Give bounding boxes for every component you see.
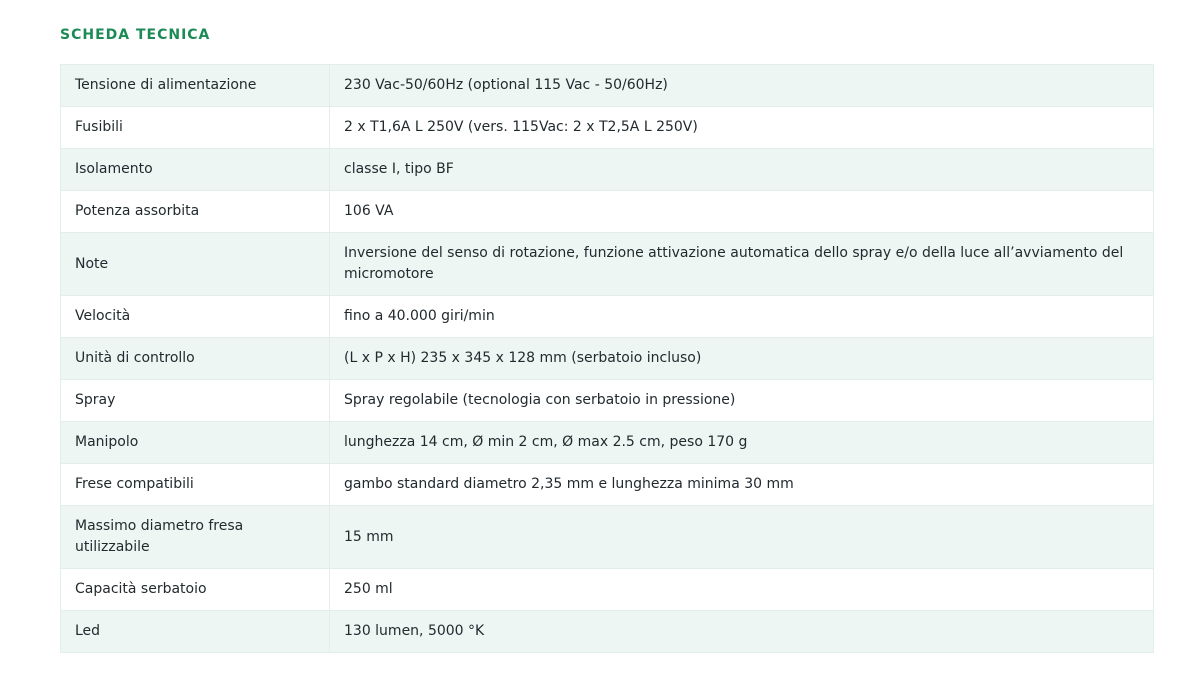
spec-row-fusibili: Fusibili 2 x T1,6A L 250V (vers. 115Vac:… bbox=[60, 106, 1154, 149]
spec-row-frese: Frese compatibili gambo standard diametr… bbox=[60, 463, 1154, 506]
spec-value: 250 ml bbox=[329, 568, 1154, 611]
spec-label: Led bbox=[60, 610, 330, 653]
spec-label: Frese compatibili bbox=[60, 463, 330, 506]
spec-row-isolamento: Isolamento classe I, tipo BF bbox=[60, 148, 1154, 191]
spec-label: Potenza assorbita bbox=[60, 190, 330, 233]
spec-label: Tensione di alimentazione bbox=[60, 64, 330, 107]
spec-value: 106 VA bbox=[329, 190, 1154, 233]
spec-value: 230 Vac-50/60Hz (optional 115 Vac - 50/6… bbox=[329, 64, 1154, 107]
spec-value: classe I, tipo BF bbox=[329, 148, 1154, 191]
spec-label: Capacità serbatoio bbox=[60, 568, 330, 611]
spec-value: gambo standard diametro 2,35 mm e lunghe… bbox=[329, 463, 1154, 506]
spec-value: lunghezza 14 cm, Ø min 2 cm, Ø max 2.5 c… bbox=[329, 421, 1154, 464]
section-title: SCHEDA TECNICA bbox=[60, 27, 211, 43]
spec-row-led: Led 130 lumen, 5000 °K bbox=[60, 610, 1154, 653]
spec-value: 15 mm bbox=[329, 505, 1154, 569]
spec-label: Manipolo bbox=[60, 421, 330, 464]
spec-row-manipolo: Manipolo lunghezza 14 cm, Ø min 2 cm, Ø … bbox=[60, 421, 1154, 464]
spec-row-note: Note Inversione del senso di rotazione, … bbox=[60, 232, 1154, 296]
spec-value: (L x P x H) 235 x 345 x 128 mm (serbatoi… bbox=[329, 337, 1154, 380]
spec-label: Unità di controllo bbox=[60, 337, 330, 380]
spec-value: 2 x T1,6A L 250V (vers. 115Vac: 2 x T2,5… bbox=[329, 106, 1154, 149]
spec-label: Fusibili bbox=[60, 106, 330, 149]
spec-label: Velocità bbox=[60, 295, 330, 338]
spec-value: Spray regolabile (tecnologia con serbato… bbox=[329, 379, 1154, 422]
spec-value: 130 lumen, 5000 °K bbox=[329, 610, 1154, 653]
spec-row-serbatoio: Capacità serbatoio 250 ml bbox=[60, 568, 1154, 611]
spec-value: fino a 40.000 giri/min bbox=[329, 295, 1154, 338]
spec-label: Isolamento bbox=[60, 148, 330, 191]
spec-row-unita-controllo: Unità di controllo (L x P x H) 235 x 345… bbox=[60, 337, 1154, 380]
spec-row-diametro-fresa: Massimo diametro fresa utilizzabile 15 m… bbox=[60, 505, 1154, 569]
spec-row-tensione: Tensione di alimentazione 230 Vac-50/60H… bbox=[60, 64, 1154, 107]
spec-table: Tensione di alimentazione 230 Vac-50/60H… bbox=[60, 64, 1154, 653]
spec-label: Massimo diametro fresa utilizzabile bbox=[60, 505, 330, 569]
spec-row-velocita: Velocità fino a 40.000 giri/min bbox=[60, 295, 1154, 338]
spec-row-potenza: Potenza assorbita 106 VA bbox=[60, 190, 1154, 233]
spec-label: Spray bbox=[60, 379, 330, 422]
spec-row-spray: Spray Spray regolabile (tecnologia con s… bbox=[60, 379, 1154, 422]
spec-value: Inversione del senso di rotazione, funzi… bbox=[329, 232, 1154, 296]
page: SCHEDA TECNICA Tensione di alimentazione… bbox=[0, 0, 1200, 675]
spec-label: Note bbox=[60, 232, 330, 296]
